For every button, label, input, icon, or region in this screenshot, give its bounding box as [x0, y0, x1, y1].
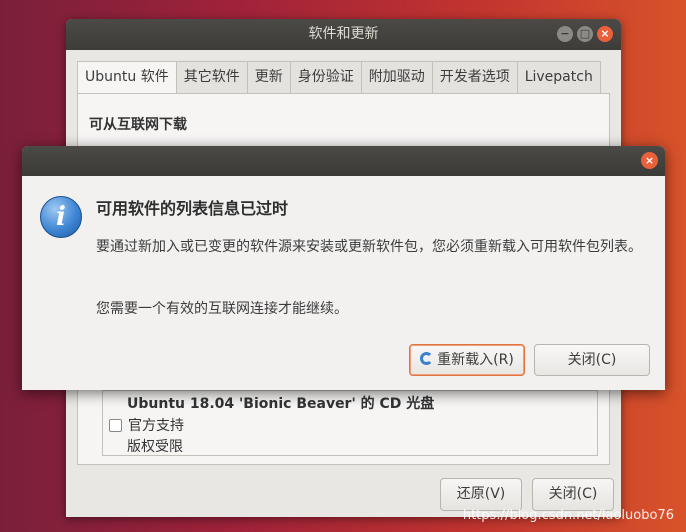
tab-ubuntu-software[interactable]: Ubuntu 软件 [77, 61, 177, 94]
dialog-titlebar: × [22, 146, 665, 176]
official-support-label: 官方支持 [128, 418, 184, 434]
section-heading: 可从互联网下载 [89, 117, 187, 133]
tab-livepatch[interactable]: Livepatch [517, 61, 601, 94]
window-titlebar: 软件和更新 − □ × [66, 19, 621, 50]
dialog-close-icon[interactable]: × [641, 152, 658, 169]
dialog-message: 要通过新加入或已变更的软件源来安装或更新软件包，您必须重新载入可用软件包列表。 [96, 239, 642, 255]
info-icon: i [40, 196, 82, 238]
reload-icon [420, 352, 434, 365]
dialog-close-button[interactable]: 关闭(C) [534, 344, 650, 376]
tab-developer-options[interactable]: 开发者选项 [432, 61, 518, 94]
maximize-icon[interactable]: □ [577, 26, 593, 42]
window-title: 软件和更新 [308, 26, 379, 42]
tab-additional-drivers[interactable]: 附加驱动 [361, 61, 433, 94]
dialog-secondary-message: 您需要一个有效的互联网连接才能继续。 [96, 301, 348, 317]
official-support-checkbox-row[interactable]: 官方支持 [109, 415, 184, 435]
tab-other-software[interactable]: 其它软件 [176, 61, 248, 94]
copyright-restricted-label: 版权受限 [127, 439, 183, 455]
window-close-button[interactable]: 关闭(C) [532, 478, 614, 511]
cd-rom-title: Ubuntu 18.04 'Bionic Beaver' 的 CD 光盘 [127, 396, 435, 412]
close-icon[interactable]: × [597, 26, 613, 42]
outdated-info-dialog: × i 可用软件的列表信息已过时 要通过新加入或已变更的软件源来安装或更新软件包… [22, 146, 665, 390]
minimize-icon[interactable]: − [557, 26, 573, 42]
official-support-checkbox[interactable] [109, 418, 122, 432]
revert-button[interactable]: 还原(V) [440, 478, 522, 511]
reload-button[interactable]: 重新载入(R) [409, 344, 525, 376]
watermark: https://blog.csdn.net/laoluobo76 [462, 508, 674, 523]
cd-rom-section: Ubuntu 18.04 'Bionic Beaver' 的 CD 光盘 官方支… [102, 390, 598, 456]
dialog-title: 可用软件的列表信息已过时 [96, 199, 289, 218]
reload-button-label: 重新载入(R) [437, 352, 514, 368]
tab-updates[interactable]: 更新 [247, 61, 291, 94]
tab-authentication[interactable]: 身份验证 [290, 61, 362, 94]
tab-bar: Ubuntu 软件 其它软件 更新 身份验证 附加驱动 开发者选项 Livepa… [77, 61, 601, 94]
